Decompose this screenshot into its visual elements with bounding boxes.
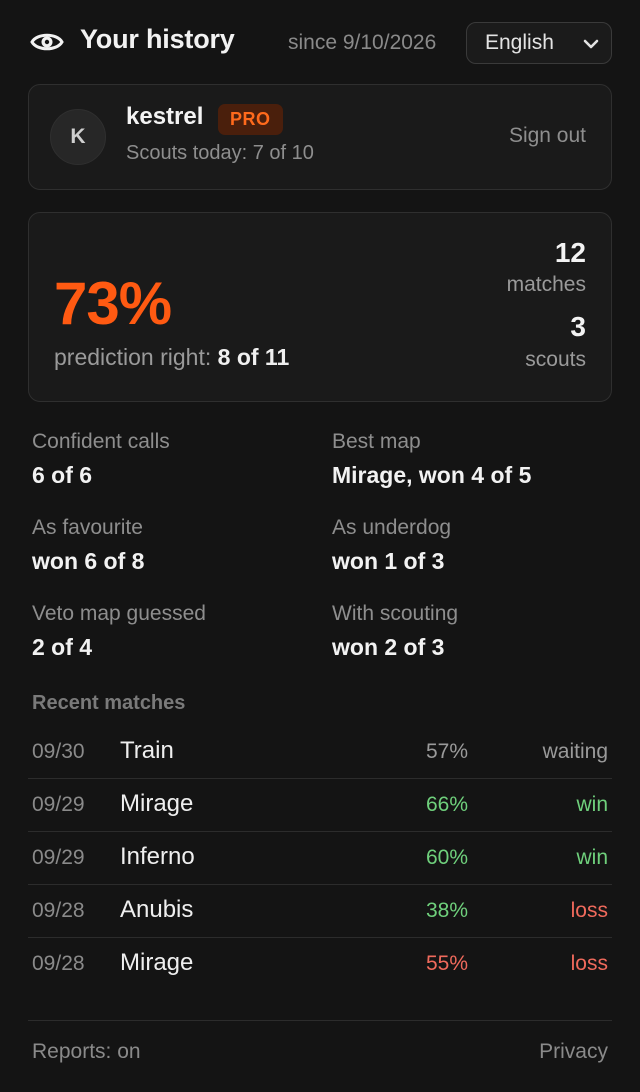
stat-label: Veto map guessed xyxy=(32,602,206,625)
history-page: Your history since 9/10/2026 English K k… xyxy=(0,0,640,1092)
match-row: 09/30 Train 57% waiting xyxy=(28,726,612,779)
match-map: Mirage xyxy=(120,949,194,976)
stat-label: With scouting xyxy=(332,602,459,625)
header: Your history since 9/10/2026 English xyxy=(28,0,612,84)
matches-count: 12 xyxy=(554,237,586,268)
stat-as-favourite: As favourite won 6 of 8 xyxy=(32,516,322,575)
eye-icon xyxy=(30,33,64,51)
stat-value: won 1 of 3 xyxy=(332,548,445,574)
stat-value: won 2 of 3 xyxy=(332,634,445,660)
since-date: since 9/10/2026 xyxy=(288,31,437,54)
match-date: 09/29 xyxy=(32,846,85,869)
stat-confident-calls: Confident calls 6 of 6 xyxy=(32,430,322,489)
footer-divider xyxy=(28,1020,612,1021)
stat-label: Confident calls xyxy=(32,430,170,453)
stat-value: 2 of 4 xyxy=(32,634,93,660)
recent-matches-list: 09/30 Train 57% waiting 09/29 Mirage 66%… xyxy=(28,726,612,991)
language-select[interactable]: English xyxy=(466,22,612,64)
match-percent: 38% xyxy=(425,899,468,922)
match-percent: 57% xyxy=(425,740,468,763)
match-map: Inferno xyxy=(120,843,195,870)
stat-value: won 6 of 8 xyxy=(32,548,145,574)
match-row: 09/29 Inferno 60% win xyxy=(28,832,612,885)
match-map: Mirage xyxy=(120,790,194,817)
match-date: 09/30 xyxy=(32,740,85,763)
match-row: 09/28 Anubis 38% loss xyxy=(28,885,612,938)
language-label: English xyxy=(485,31,554,54)
stat-label: Best map xyxy=(332,430,421,453)
match-percent: 66% xyxy=(425,793,468,816)
match-percent: 60% xyxy=(425,846,468,869)
reports-status: Reports: on xyxy=(32,1040,141,1063)
match-map: Anubis xyxy=(120,896,194,923)
match-row: 09/29 Mirage 66% win xyxy=(28,779,612,832)
scouts-count: 3 xyxy=(570,311,586,342)
match-result: loss xyxy=(570,952,608,975)
match-date: 09/28 xyxy=(32,952,85,975)
stat-label: As underdog xyxy=(332,516,452,539)
scouts-label: scouts xyxy=(525,348,586,371)
match-result: win xyxy=(576,846,608,869)
username: kestrel xyxy=(126,103,204,130)
prediction-value: 8 of 11 xyxy=(217,344,290,370)
stat-with-scouting: With scouting won 2 of 3 xyxy=(332,602,622,661)
scouts-today: Scouts today: 7 of 10 xyxy=(126,142,314,164)
stat-value: 6 of 6 xyxy=(32,462,93,488)
match-row: 09/28 Mirage 55% loss xyxy=(28,938,612,991)
stat-veto-map-guessed: Veto map guessed 2 of 4 xyxy=(32,602,322,661)
match-result: loss xyxy=(570,899,608,922)
match-map: Train xyxy=(120,737,174,764)
matches-label: matches xyxy=(506,273,586,296)
page-title: Your history xyxy=(80,24,235,54)
stat-label: As favourite xyxy=(32,516,143,539)
recent-matches-title: Recent matches xyxy=(32,692,186,714)
stat-as-underdog: As underdog won 1 of 3 xyxy=(332,516,622,575)
match-percent: 55% xyxy=(425,952,468,975)
match-result: waiting xyxy=(542,740,608,763)
account-card: K kestrel PRO Scouts today: 7 of 10 Sign… xyxy=(28,84,612,190)
sign-out-button[interactable]: Sign out xyxy=(509,124,586,148)
summary-card: 73% prediction right: 8 of 11 12 matches… xyxy=(28,212,612,402)
prediction-label: prediction right: xyxy=(54,344,218,370)
stat-best-map: Best map Mirage, won 4 of 5 xyxy=(332,430,622,489)
match-date: 09/29 xyxy=(32,793,85,816)
accuracy-percent: 73% xyxy=(54,270,172,337)
chevron-down-icon xyxy=(583,39,599,49)
pro-badge: PRO xyxy=(218,104,283,135)
match-result: win xyxy=(576,793,608,816)
stat-value: Mirage, won 4 of 5 xyxy=(332,462,532,488)
match-date: 09/28 xyxy=(32,899,85,922)
stats-grid: Confident calls 6 of 6 Best map Mirage, … xyxy=(28,402,612,678)
prediction-summary: prediction right: 8 of 11 xyxy=(54,344,289,371)
privacy-link[interactable]: Privacy xyxy=(539,1040,608,1064)
avatar: K xyxy=(50,109,106,165)
